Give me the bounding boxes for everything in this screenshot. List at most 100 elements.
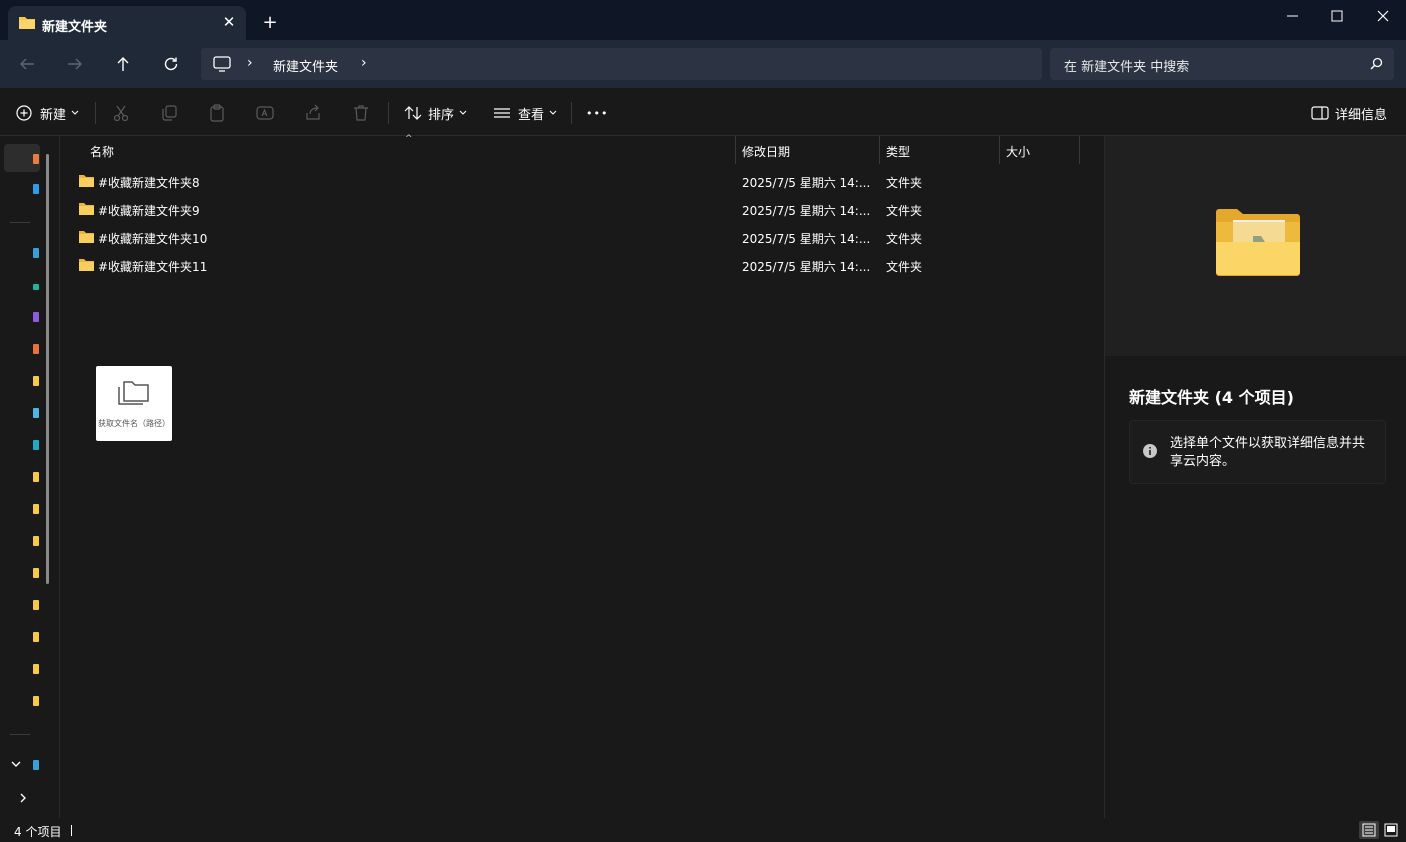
delete-button[interactable] xyxy=(352,100,370,126)
tab-close-button[interactable]: ✕ xyxy=(220,13,238,31)
folders-icon xyxy=(116,378,152,411)
tab-title: 新建文件夹 xyxy=(42,20,108,35)
refresh-button[interactable] xyxy=(158,51,184,77)
table-row[interactable]: #收藏新建文件夹8 2025/7/5 星期六 14:... 文件夹 xyxy=(74,167,1080,195)
computer-icon[interactable] xyxy=(213,56,231,75)
details-pane-button[interactable]: 详细信息 xyxy=(1311,100,1387,126)
documents-icon[interactable] xyxy=(33,312,39,322)
chevron-right-icon[interactable] xyxy=(19,792,29,804)
table-row[interactable]: #收藏新建文件夹9 2025/7/5 星期六 14:... 文件夹 xyxy=(74,195,1080,223)
view-button[interactable]: 查看 xyxy=(494,100,558,126)
sort-button[interactable]: 排序 xyxy=(404,100,468,126)
file-list: ^ 名称 修改日期 类型 大小 #收藏新建文件夹8 2025/7/5 星期六 1… xyxy=(60,134,1104,818)
more-options-button[interactable]: ••• xyxy=(586,100,608,126)
videos-icon[interactable] xyxy=(33,440,39,450)
file-type: 文件夹 xyxy=(886,204,923,218)
cut-button[interactable] xyxy=(112,100,130,126)
tab-current[interactable]: 新建文件夹 ✕ xyxy=(8,6,246,40)
item-count: 4 个项目 xyxy=(14,825,62,839)
new-label: 新建 xyxy=(40,107,67,123)
forward-button[interactable] xyxy=(62,51,88,77)
new-button[interactable]: 新建 xyxy=(16,100,80,126)
file-name: #收藏新建文件夹10 xyxy=(98,232,208,246)
table-row[interactable]: #收藏新建文件夹10 2025/7/5 星期六 14:... 文件夹 xyxy=(74,223,1080,251)
up-button[interactable] xyxy=(110,51,136,77)
chevron-down-icon xyxy=(459,110,467,115)
widget-label: 获取文件名（路径） xyxy=(98,419,170,428)
desktop-icon[interactable] xyxy=(33,248,39,258)
back-button[interactable] xyxy=(14,51,40,77)
close-button[interactable] xyxy=(1360,0,1406,32)
folder-icon[interactable] xyxy=(33,696,39,706)
downloads-icon[interactable] xyxy=(33,284,39,290)
details-label: 详细信息 xyxy=(1335,107,1388,123)
info-icon xyxy=(1142,443,1158,462)
column-header-type[interactable]: 类型 xyxy=(880,136,1000,164)
gallery-icon[interactable] xyxy=(33,184,39,194)
table-row[interactable]: #收藏新建文件夹11 2025/7/5 星期六 14:... 文件夹 xyxy=(74,251,1080,279)
details-pane: 新建文件夹 (4 个项目) 选择单个文件以获取详细信息并共享云内容。 xyxy=(1104,136,1406,818)
maximize-icon xyxy=(1331,10,1343,22)
navigation-bar: › 新建文件夹 › 在 新建文件夹 中搜索 xyxy=(0,40,1406,88)
file-date: 2025/7/5 星期六 14:... xyxy=(742,204,871,218)
file-date: 2025/7/5 星期六 14:... xyxy=(742,176,871,190)
new-tab-button[interactable]: + xyxy=(260,13,280,33)
breadcrumb-current[interactable]: 新建文件夹 xyxy=(273,56,338,75)
search-box[interactable]: 在 新建文件夹 中搜索 xyxy=(1050,48,1394,80)
folder-icon[interactable] xyxy=(33,504,39,514)
home-icon[interactable] xyxy=(33,154,39,164)
file-type: 文件夹 xyxy=(886,176,923,190)
pictures-icon[interactable] xyxy=(33,344,39,354)
folder-icon xyxy=(78,174,95,191)
details-title: 新建文件夹 (4 个项目) xyxy=(1129,388,1294,407)
address-bar[interactable]: › 新建文件夹 › xyxy=(201,48,1042,80)
breadcrumb-separator-end[interactable]: › xyxy=(361,55,367,71)
search-input[interactable]: 在 新建文件夹 中搜索 xyxy=(1064,56,1189,75)
folder-icon xyxy=(78,230,95,247)
command-bar: 新建 排序 查看 ••• 详细信息 xyxy=(0,88,1406,136)
share-button[interactable] xyxy=(304,100,322,126)
nav-divider xyxy=(10,222,30,223)
paste-button[interactable] xyxy=(208,100,226,126)
rename-icon xyxy=(256,106,274,120)
folder-icon[interactable] xyxy=(33,568,39,578)
folder-icon[interactable] xyxy=(33,664,39,674)
chevron-down-icon xyxy=(71,110,79,115)
tiles-view-button[interactable] xyxy=(1381,821,1401,839)
maximize-button[interactable] xyxy=(1314,0,1360,32)
details-view-button[interactable] xyxy=(1359,821,1379,839)
folder-icon xyxy=(78,202,95,219)
this-pc-icon[interactable] xyxy=(33,760,39,770)
column-header-modified[interactable]: 修改日期 xyxy=(736,136,880,164)
file-date: 2025/7/5 星期六 14:... xyxy=(742,232,871,246)
file-type: 文件夹 xyxy=(886,260,923,274)
breadcrumb-separator[interactable]: › xyxy=(247,55,253,71)
folder-icon[interactable] xyxy=(33,536,39,546)
column-header-name[interactable]: 名称 xyxy=(84,136,736,164)
minimize-button[interactable] xyxy=(1270,0,1316,32)
column-divider[interactable] xyxy=(1079,136,1080,164)
folder-icon[interactable] xyxy=(33,632,39,642)
preview-area xyxy=(1105,136,1406,356)
folder-icon xyxy=(18,15,36,33)
rename-button[interactable] xyxy=(256,100,274,126)
get-filename-widget[interactable]: 获取文件名（路径） xyxy=(96,366,172,441)
file-type: 文件夹 xyxy=(886,232,923,246)
music-icon[interactable] xyxy=(33,408,39,418)
trash-icon xyxy=(354,105,368,121)
folder-icon xyxy=(78,258,95,275)
details-view-icon xyxy=(1362,823,1376,837)
column-header-size[interactable]: 大小 xyxy=(1000,136,1080,164)
divider xyxy=(571,102,572,124)
folder-icon[interactable] xyxy=(33,376,39,386)
folder-icon[interactable] xyxy=(33,472,39,482)
scrollbar[interactable] xyxy=(46,154,49,584)
copy-button[interactable] xyxy=(160,100,178,126)
close-icon xyxy=(1377,10,1389,22)
chevron-down-icon[interactable] xyxy=(10,760,22,770)
status-divider xyxy=(71,825,72,836)
info-card: 选择单个文件以获取详细信息并共享云内容。 xyxy=(1129,420,1386,484)
copy-icon xyxy=(162,105,177,121)
folder-icon[interactable] xyxy=(33,600,39,610)
search-icon[interactable] xyxy=(1370,57,1383,73)
